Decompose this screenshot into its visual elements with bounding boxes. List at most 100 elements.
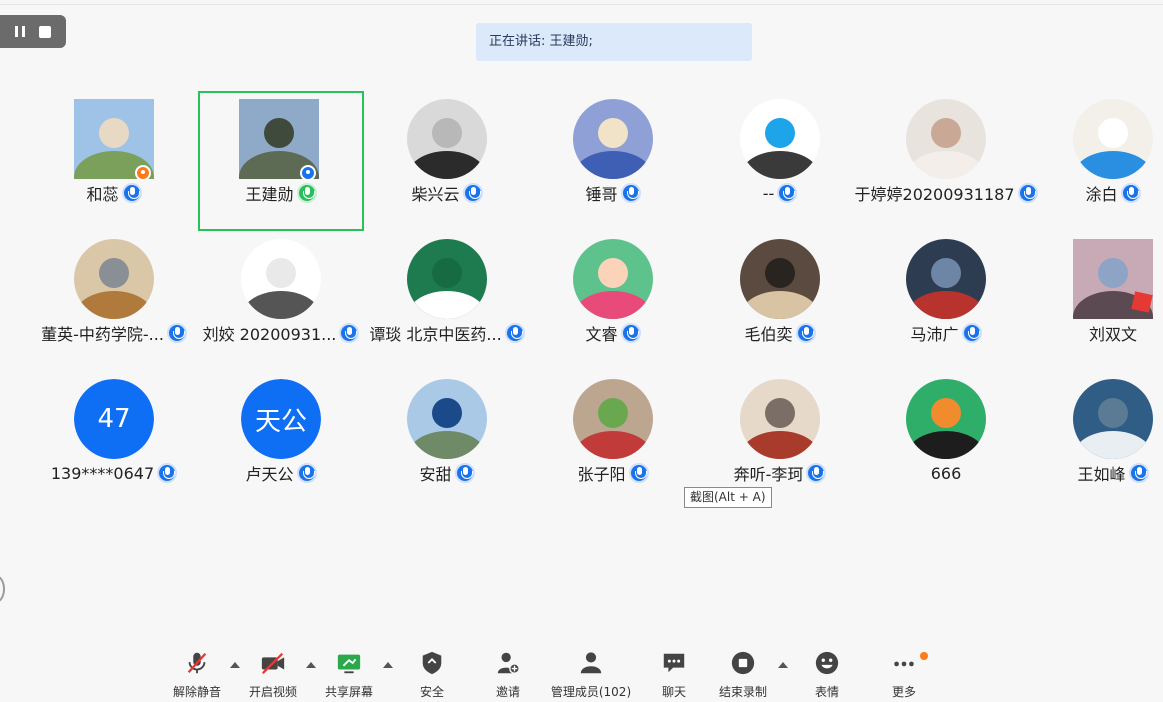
mic-icon (454, 463, 475, 483)
participant-tile[interactable]: 毛伯奕 (697, 231, 863, 371)
avatar-image (1073, 99, 1153, 179)
participant-tile[interactable]: 王建勋 (198, 91, 364, 231)
participant-tile[interactable]: 王如峰 (1030, 371, 1163, 511)
share-options-caret[interactable] (383, 662, 393, 668)
participant-name: 刘姣 20200931... (202, 325, 337, 344)
avatar-image (407, 99, 487, 179)
invite-button[interactable]: 邀请 (470, 650, 546, 700)
participant-avatar (573, 379, 653, 459)
reactions-button[interactable]: 表情 (789, 650, 865, 700)
end-recording-label: 结束录制 (718, 685, 767, 699)
participant-tile[interactable]: 安甜 (364, 371, 530, 511)
participant-avatar (906, 379, 986, 459)
side-panel-handle[interactable] (0, 575, 5, 603)
avatar-image (573, 99, 653, 179)
mic-icon (620, 323, 641, 343)
participant-avatar (906, 99, 986, 179)
mic-icon (795, 323, 816, 343)
pause-icon[interactable] (15, 26, 25, 37)
more-button[interactable]: 更多 (866, 650, 942, 700)
meeting-window: 正在讲话: 王建勋; 和蕊 王建勋 柴兴云 锤哥 -- 于婷婷20200931187 涂白董… (0, 0, 1163, 702)
chat-icon (663, 653, 685, 673)
participant-name-row: 柴兴云 (364, 181, 530, 205)
participant-tile[interactable]: 文睿 (530, 231, 696, 371)
security-button[interactable]: 安全 (394, 650, 470, 700)
participant-avatar (239, 99, 319, 181)
participant-tile[interactable]: 马沛广 (863, 231, 1029, 371)
participant-name-row: 马沛广 (863, 321, 1029, 345)
participant-name-row: 卢天公 (198, 461, 364, 485)
speaking-banner: 正在讲话: 王建勋; (476, 23, 752, 61)
participant-tile[interactable]: -- (697, 91, 863, 231)
avatar-image (740, 379, 820, 459)
participant-name-row: 666 (863, 461, 1029, 485)
participant-name: 毛伯奕 (744, 325, 793, 344)
manage-members-button[interactable]: 管理成员(102) (551, 650, 631, 700)
security-label: 安全 (419, 685, 444, 699)
avatar-image (1073, 379, 1153, 459)
avatar-initials: 47 (74, 379, 154, 459)
participant-name: 666 (930, 463, 962, 483)
participant-avatar (74, 99, 154, 181)
mic-icon (806, 463, 827, 483)
participant-name: 王建勋 (245, 185, 294, 204)
recording-options-caret[interactable] (778, 662, 788, 668)
participant-avatar (1073, 239, 1153, 319)
participant-name-row: 于婷婷20200931187 (855, 181, 1038, 205)
shield-icon (422, 651, 442, 675)
participant-tile[interactable]: 于婷婷20200931187 (855, 91, 1038, 231)
participant-tile[interactable]: 谭琰 北京中医药... (364, 231, 530, 371)
participant-avatar (1073, 379, 1153, 459)
end-recording-button[interactable]: 结束录制 (705, 650, 781, 700)
participant-tile[interactable]: 刘姣 20200931... (198, 231, 364, 371)
participant-name: 王如峰 (1077, 465, 1126, 484)
mic-icon (504, 323, 525, 343)
participant-tile[interactable]: 47 139****0647 (31, 371, 197, 511)
more-label: 更多 (891, 685, 916, 699)
unmute-button[interactable]: 解除静音 (159, 650, 235, 700)
participant-name-row: 锤哥 (530, 181, 696, 205)
participant-name-row: 张子阳 (530, 461, 696, 485)
participant-name-row: -- (697, 181, 863, 205)
stop-icon[interactable] (39, 25, 51, 38)
participant-tile[interactable]: 刘双文 (1030, 231, 1163, 371)
participant-name: 文睿 (585, 325, 618, 344)
mic-icon (462, 183, 483, 203)
participant-tile[interactable]: 666 (863, 371, 1029, 511)
avatar-image (74, 239, 154, 319)
chat-button[interactable]: 聊天 (636, 650, 712, 700)
start-video-label: 开启视频 (248, 685, 297, 699)
participant-name-row: 安甜 (364, 461, 530, 485)
chat-label: 聊天 (661, 685, 686, 699)
stop-record-icon (731, 651, 755, 675)
participant-name-row: 刘姣 20200931... (198, 321, 364, 345)
avatar-image (906, 379, 986, 459)
co-host-badge-icon (300, 165, 316, 181)
avatar-image (740, 99, 820, 179)
participant-tile[interactable]: 张子阳 (530, 371, 696, 511)
share-screen-button[interactable]: 共享屏幕 (311, 650, 387, 700)
start-video-button[interactable]: 开启视频 (235, 650, 311, 700)
participant-tile[interactable]: 董英-中药学院-... (31, 231, 197, 371)
mic-icon (1128, 463, 1149, 483)
participant-tile[interactable]: 和蕊 (31, 91, 197, 231)
mic-icon (339, 323, 360, 343)
participant-name: 张子阳 (577, 465, 626, 484)
avatar-initials: 天公 (241, 379, 321, 459)
notification-dot (920, 652, 928, 660)
members-icon (580, 652, 602, 674)
participant-name-row: 董英-中药学院-... (31, 321, 197, 345)
invite-label: 邀请 (495, 685, 520, 699)
participant-avatar (573, 239, 653, 319)
flag-icon (1131, 291, 1153, 313)
participant-tile[interactable]: 涂白 (1030, 91, 1163, 231)
participant-name-row: 文睿 (530, 321, 696, 345)
participant-name: 董英-中药学院-... (41, 325, 164, 344)
participant-tile[interactable]: 柴兴云 (364, 91, 530, 231)
participant-name: 柴兴云 (411, 185, 460, 204)
participant-tile[interactable]: 天公 卢天公 (198, 371, 364, 511)
participant-name: 139****0647 (50, 463, 155, 483)
top-divider (0, 4, 1163, 5)
participant-tile[interactable]: 锤哥 (530, 91, 696, 231)
participant-name: 马沛广 (910, 325, 959, 344)
